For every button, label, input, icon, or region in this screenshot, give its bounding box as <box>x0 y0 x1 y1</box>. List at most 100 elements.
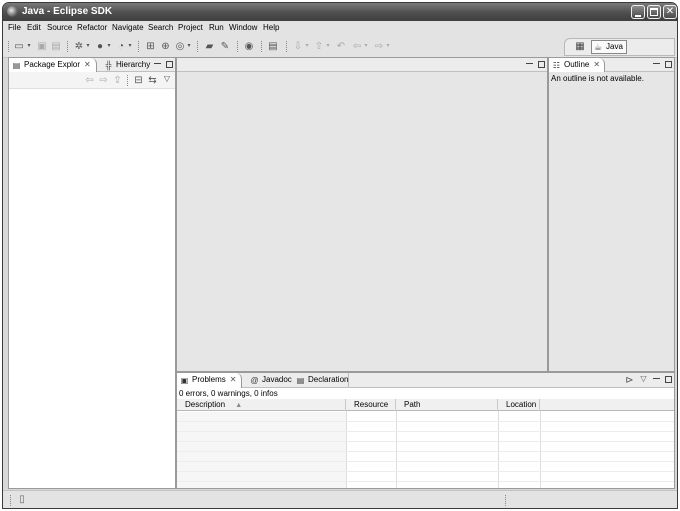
new-wizard-icon[interactable]: ▭ <box>12 40 26 53</box>
problems-table-header: Description ▲ Resource Path Location <box>177 399 674 411</box>
chevron-down-icon[interactable]: ▾ <box>106 40 112 53</box>
debug-icon[interactable]: ✲ <box>73 40 85 53</box>
new-class-icon[interactable]: ◎ <box>174 40 186 53</box>
tab-label: Javadoc <box>262 375 292 384</box>
menu-project[interactable]: Project <box>178 23 203 32</box>
menu-file[interactable]: File <box>8 23 21 32</box>
chevron-down-icon[interactable]: ▾ <box>127 40 133 53</box>
menu-window[interactable]: Window <box>229 23 257 32</box>
collapse-all-icon[interactable]: ⊟ <box>133 74 144 87</box>
outline-panel: ☷ Outline ✕ An outline is not available. <box>548 57 675 372</box>
forward-arrow-icon[interactable]: ⇨ <box>98 74 109 87</box>
menu-help[interactable]: Help <box>263 23 279 32</box>
close-button[interactable]: ✕ <box>663 5 677 19</box>
sorted-column-background <box>177 412 346 488</box>
save-icon[interactable]: ▣ <box>36 40 48 53</box>
open-task-icon[interactable]: ✎ <box>219 40 231 53</box>
maximize-view-icon[interactable] <box>665 376 672 383</box>
minimize-view-icon[interactable] <box>653 378 660 379</box>
tab-package-explorer[interactable]: ▤ Package Explor ✕ <box>9 58 97 72</box>
chevron-down-icon[interactable]: ▾ <box>85 40 91 53</box>
toolbar-separator <box>10 495 11 506</box>
window-title: Java - Eclipse SDK <box>22 6 113 17</box>
toolbar-separator <box>197 41 198 52</box>
column-filler <box>540 399 676 411</box>
menu-refactor[interactable]: Refactor <box>77 23 107 32</box>
fast-view-icon[interactable]: ▯ <box>16 493 28 506</box>
back-arrow-icon[interactable]: ⇦ <box>84 74 95 87</box>
print-icon[interactable]: ▤ <box>50 40 62 53</box>
chevron-down-icon[interactable]: ▾ <box>385 40 391 53</box>
outline-header: ☷ Outline ✕ <box>549 58 674 72</box>
chevron-down-icon[interactable]: ▾ <box>26 40 32 53</box>
column-location[interactable]: Location <box>498 399 540 411</box>
column-path[interactable]: Path <box>396 399 498 411</box>
last-edit-location-icon[interactable]: ↶ <box>335 40 347 53</box>
tab-outline[interactable]: ☷ Outline ✕ <box>549 58 605 72</box>
sort-ascending-icon: ▲ <box>235 402 243 409</box>
menu-source[interactable]: Source <box>47 23 72 32</box>
up-arrow-icon[interactable]: ⇪ <box>112 74 123 87</box>
javadoc-icon: @ <box>250 376 259 385</box>
view-menu-icon[interactable]: ▽ <box>162 72 172 85</box>
tab-problems[interactable]: ▣ Problems ✕ <box>177 373 242 388</box>
menu-bar: File Edit Source Refactor Navigate Searc… <box>3 21 677 36</box>
toolbar-separator <box>237 41 238 52</box>
column-resource[interactable]: Resource <box>346 399 396 411</box>
link-with-editor-icon[interactable]: ⇆ <box>147 74 158 87</box>
menu-edit[interactable]: Edit <box>27 23 41 32</box>
minimize-button[interactable] <box>631 5 645 19</box>
java-perspective-icon: ☕ <box>594 42 603 52</box>
toolbar-separator <box>138 41 139 52</box>
maximize-view-icon[interactable] <box>538 61 545 68</box>
external-tools-icon[interactable]: ◔ <box>115 40 127 53</box>
package-explorer-header: ▤ Package Explor ✕ ╬ Hierarchy <box>9 58 175 72</box>
view-menu-icon[interactable]: ▽ <box>639 372 648 385</box>
forward-arrow-icon[interactable]: ⇨ <box>373 40 385 53</box>
column-label: Description <box>185 400 226 409</box>
grid-line <box>177 421 674 422</box>
close-icon[interactable]: ✕ <box>593 60 600 69</box>
grid-line <box>177 441 674 442</box>
chevron-down-icon[interactable]: ▾ <box>186 40 192 53</box>
eclipse-logo-icon <box>7 6 18 17</box>
next-annotation-icon[interactable]: ⇩ <box>292 40 304 53</box>
tab-label: Hierarchy <box>116 60 151 69</box>
tab-javadoc[interactable]: @ Javadoc <box>247 373 292 387</box>
menu-search[interactable]: Search <box>148 23 173 32</box>
maximize-button[interactable] <box>647 5 661 19</box>
minimize-view-icon[interactable] <box>653 63 660 64</box>
search-icon[interactable]: ◉ <box>243 40 255 53</box>
eclipse-window: Java - Eclipse SDK ✕ File Edit Source Re… <box>2 2 678 509</box>
open-perspective-icon[interactable]: ▦ <box>574 40 586 53</box>
open-type-icon[interactable]: ▰ <box>203 40 216 53</box>
new-java-project-icon[interactable]: ⊞ <box>144 40 157 53</box>
menu-run[interactable]: Run <box>209 23 224 32</box>
column-divider <box>346 411 347 488</box>
problems-header: ▣ Problems ✕ @ Javadoc ▤ Declaration ⊳ ▽ <box>177 373 674 388</box>
close-icon[interactable]: ✕ <box>230 375 237 384</box>
new-package-icon[interactable]: ⊕ <box>159 40 172 53</box>
run-icon[interactable]: ● <box>94 40 106 53</box>
grid-line <box>177 431 674 432</box>
column-description[interactable]: Description ▲ <box>177 399 346 411</box>
filter-icon[interactable]: ⊳ <box>624 374 635 387</box>
previous-annotation-icon[interactable]: ⇧ <box>313 40 325 53</box>
close-icon[interactable]: ✕ <box>84 60 91 69</box>
chevron-down-icon[interactable]: ▾ <box>363 40 369 53</box>
tab-declaration[interactable]: ▤ Declaration <box>293 373 349 387</box>
maximize-view-icon[interactable] <box>166 61 173 68</box>
grid-line <box>177 471 674 472</box>
back-arrow-icon[interactable]: ⇦ <box>351 40 363 53</box>
tab-hierarchy[interactable]: ╬ Hierarchy <box>101 58 156 72</box>
tab-label: Package Explor <box>24 60 81 69</box>
java-perspective-button[interactable]: ☕ Java <box>591 40 627 54</box>
chevron-down-icon[interactable]: ▾ <box>304 40 310 53</box>
annotation-icon[interactable]: ▤ <box>267 40 279 53</box>
minimize-view-icon[interactable] <box>154 63 161 64</box>
maximize-view-icon[interactable] <box>665 61 672 68</box>
status-separator <box>505 495 506 506</box>
chevron-down-icon[interactable]: ▾ <box>325 40 331 53</box>
minimize-view-icon[interactable] <box>526 63 533 64</box>
menu-navigate[interactable]: Navigate <box>112 23 144 32</box>
